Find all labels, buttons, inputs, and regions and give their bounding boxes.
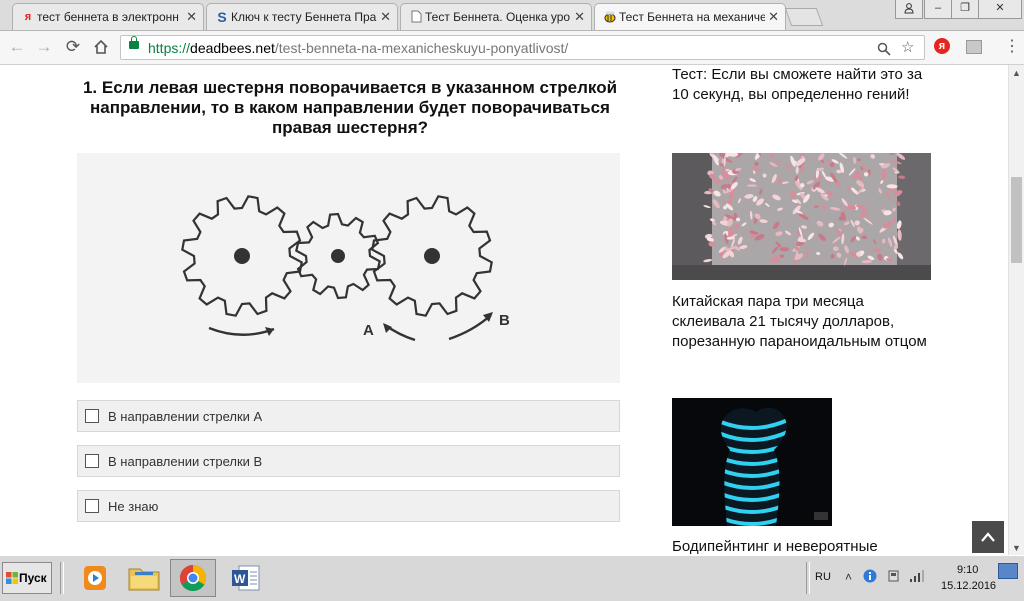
answer-option-a[interactable]: В направлении стрелки А [77,400,620,432]
middle-gear-hub [331,249,345,263]
petal [779,254,785,258]
page-favicon-icon [409,10,423,24]
tab-title: Тест Беннета на механиче [619,10,765,24]
petal [746,184,758,187]
scroll-up-arrow-icon[interactable]: ▲ [1012,68,1021,78]
browser-tab-strip: я тест беннета в электронн ✕ S Ключ к те… [0,0,1024,31]
taskbar-separator [60,562,64,594]
url-scheme: https:// [148,40,191,56]
sidebar-teaser-link[interactable]: Тест: Если вы сможете найти это за 10 се… [672,65,932,105]
address-bar[interactable]: https://deadbees.net/test-benneta-na-mex… [120,35,925,60]
back-arrow-icon[interactable]: ← [6,36,28,58]
clock-time[interactable]: 9:10 [957,564,978,576]
close-tab-icon[interactable]: ✕ [186,4,197,30]
option-label: Не знаю [108,499,159,514]
url-host: deadbees.net [190,40,275,56]
home-icon[interactable] [90,36,112,58]
browser-toolbar: ← → ⟳ https://deadbees.net/test-benneta-… [0,31,1024,65]
tab-title: Тест Беннета. Оценка уро [425,10,571,24]
right-gear-hub [424,248,440,264]
media-player-app-icon[interactable] [70,559,116,597]
label-b: B [499,312,510,329]
arrow-b [448,314,492,341]
tab-bennett-test-active[interactable]: Тест Беннета на механиче ✕ [594,3,786,30]
left-gear-hub [234,248,250,264]
signal-strength-icon[interactable] [909,569,925,586]
petals-photo[interactable] [672,153,931,280]
answer-option-dont-know[interactable]: Не знаю [77,490,620,522]
petals-image [672,153,931,280]
gears-figure: A B [77,153,620,383]
tab-bennett-key[interactable]: S Ключ к тесту Беннета Пра ✕ [206,3,398,30]
scroll-to-top-button[interactable] [972,521,1004,553]
new-tab-button[interactable] [784,8,824,26]
petal [779,247,790,252]
label-a: A [363,322,374,339]
left-gear-arrow [208,326,275,336]
reload-icon[interactable]: ⟳ [62,36,84,58]
tab-bennett-score[interactable]: Тест Беннета. Оценка уро ✕ [400,3,592,30]
forward-arrow-icon[interactable]: → [33,36,55,58]
close-window-button[interactable]: ✕ [978,0,1022,19]
extension-icon[interactable] [966,40,982,54]
answer-option-b[interactable]: В направлении стрелки В [77,445,620,477]
info-icon[interactable] [863,569,877,586]
user-profile-icon[interactable] [895,0,923,19]
start-button[interactable]: Пуск [2,562,52,594]
zoom-search-icon[interactable] [877,38,891,60]
close-tab-icon[interactable]: ✕ [574,4,585,30]
option-label: В направлении стрелки В [108,454,263,469]
bee-favicon-icon [603,10,617,24]
checkbox[interactable] [85,499,99,513]
checkbox[interactable] [85,409,99,423]
show-hidden-icons-icon[interactable]: ˄ [845,570,852,584]
show-desktop-button[interactable] [998,563,1018,579]
close-tab-icon[interactable]: ✕ [768,4,779,30]
bookmark-star-icon[interactable]: ☆ [901,38,914,56]
checkbox[interactable] [85,454,99,468]
windows-taskbar: Пуск W RU ˄ 9:10 15.12.2016 [0,555,1024,601]
clock-date[interactable]: 15.12.2016 [941,580,996,592]
tab-title: Ключ к тесту Беннета Пра [231,10,377,24]
yandex-favicon-icon: я [24,11,32,23]
tab-bennett-search[interactable]: я тест беннета в электронн ✕ [12,3,204,30]
system-tray: RU ˄ 9:10 15.12.2016 [805,561,1024,597]
article-link-bodypaint[interactable]: Бодипейнтинг и невероятные [672,537,932,555]
word-app-icon[interactable]: W [222,559,268,597]
question-title: 1. Если левая шестерня поворачивается в … [82,78,618,137]
gears-diagram: A B [181,195,510,342]
start-label: Пуск [19,571,47,585]
menu-icon[interactable]: ⋮ [1004,36,1020,56]
s-favicon-icon: S [217,9,227,25]
language-indicator[interactable]: RU [815,571,831,583]
tab-title: тест беннета в электронн [37,10,179,24]
page-content: 1. Если левая шестерня поворачивается в … [0,65,1008,555]
windows-flag-icon [6,572,18,584]
bodypaint-photo[interactable] [672,398,832,526]
file-explorer-app-icon[interactable] [120,559,166,597]
scroll-down-arrow-icon[interactable]: ▼ [1012,543,1021,553]
yandex-extension-icon[interactable]: я [934,38,950,54]
chrome-app-icon[interactable] [170,559,216,597]
svg-text:W: W [234,572,246,586]
network-device-icon[interactable] [887,569,901,586]
petal [857,158,862,162]
secure-lock-icon [129,36,139,49]
minimize-button[interactable]: – [924,0,952,19]
petal [801,164,804,174]
bodypaint-image [672,398,832,526]
scrollbar-thumb[interactable] [1011,177,1022,263]
restore-button[interactable]: ❐ [951,0,979,19]
close-tab-icon[interactable]: ✕ [380,4,391,30]
page-scrollbar[interactable]: ▲ ▼ [1008,65,1024,555]
article-link-money[interactable]: Китайская пара три месяца склеивала 21 т… [672,292,932,352]
option-label: В направлении стрелки А [108,409,263,424]
url-text[interactable]: https://deadbees.net/test-benneta-na-mex… [148,40,568,56]
url-path: /test-benneta-na-mexanicheskuyu-ponyatli… [274,40,569,56]
